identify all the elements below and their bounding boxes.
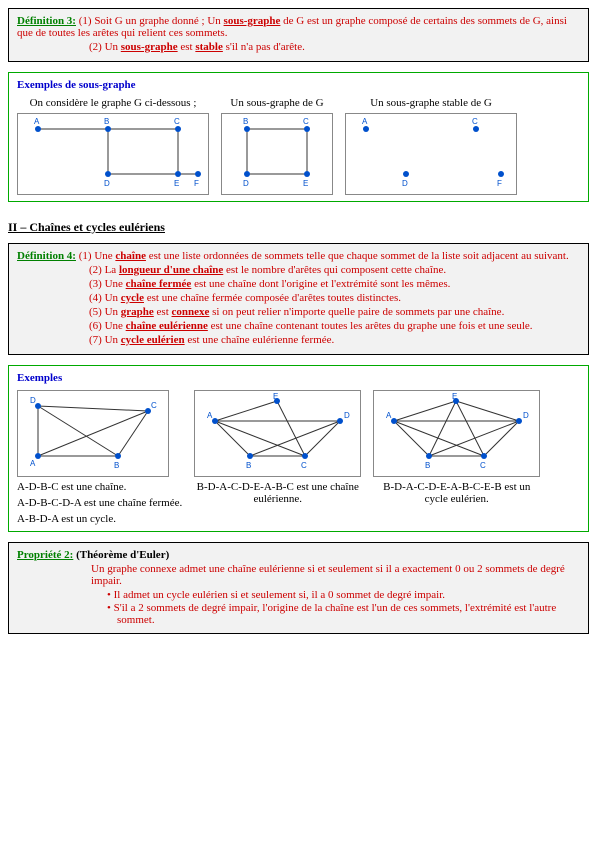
svg-text:F: F <box>194 179 199 188</box>
def3-item2: (2) Un sous-graphe est stable s'il n'a p… <box>17 41 580 53</box>
examples-sousgraphe-box: Exemples de sous-graphe On considère le … <box>8 72 589 202</box>
graph-g-caption: On considère le graphe G ci-dessous ; <box>30 97 197 109</box>
graph-g-svg: A B C D E F <box>18 114 208 194</box>
graph-chain-svg: A B C D <box>18 391 168 476</box>
svg-text:F: F <box>497 179 502 188</box>
graph-sub-caption: Un sous-graphe de G <box>230 97 323 109</box>
svg-text:C: C <box>480 461 486 470</box>
svg-text:E: E <box>452 392 457 401</box>
svg-text:A: A <box>207 411 213 420</box>
graph-stable-caption: Un sous-graphe stable de G <box>370 97 492 109</box>
svg-text:B: B <box>243 117 248 126</box>
prop2-main: Un graphe connexe admet une chaîne eulér… <box>17 563 580 587</box>
graph-chain: A B C D <box>17 390 169 477</box>
graph-sub-svg: B C D E <box>222 114 332 194</box>
svg-text:A: A <box>34 117 40 126</box>
definition-4-label: Définition 4: <box>17 250 76 262</box>
graph-euler-cycle-svg: A B C D E <box>374 391 539 476</box>
graph-stable-svg: A C D F <box>346 114 516 194</box>
svg-text:C: C <box>151 401 157 410</box>
graph-euler-chain-col: A B C D E B-D-A-C-D-E-A-B-C est une chaî… <box>194 390 361 505</box>
g1-line1: A-D-B-C est une chaîne. <box>17 481 126 493</box>
svg-text:D: D <box>104 179 110 188</box>
graph-stable: A C D F <box>345 113 517 195</box>
graph-chain-col: A B C D A-D-B-C est une chaîne. A-D-B-C-… <box>17 390 182 525</box>
definition-4-box: Définition 4: (1) Une chaîne est une lis… <box>8 243 589 355</box>
prop2-bullet2: • S'il a 2 sommets de degré impair, l'or… <box>17 602 580 626</box>
graph-euler-chain-svg: A B C D E <box>195 391 360 476</box>
examples-title-1: Exemples de sous-graphe <box>17 79 580 91</box>
svg-text:D: D <box>523 411 529 420</box>
graph-sub-col: Un sous-graphe de G B C D E <box>221 97 333 195</box>
definition-3-label: Définition 3: <box>17 15 76 27</box>
graph-row-2: A B C D A-D-B-C est une chaîne. A-D-B-C-… <box>17 390 580 525</box>
def4-item6: (6) Une chaîne eulérienne est une chaîne… <box>17 320 580 332</box>
svg-text:C: C <box>301 461 307 470</box>
svg-text:D: D <box>344 411 350 420</box>
graph-g-col: On considère le graphe G ci-dessous ; A … <box>17 97 209 195</box>
graph-euler-chain: A B C D E <box>194 390 361 477</box>
definition-3-box: Définition 3: (1) Soit G un graphe donné… <box>8 8 589 62</box>
propriete-2-label: Propriété 2: <box>17 549 73 561</box>
examples-title-2: Exemples <box>17 372 580 384</box>
prop2-title: (Théorème d'Euler) <box>76 549 169 561</box>
graph-stable-col: Un sous-graphe stable de G A C D F <box>345 97 517 195</box>
propriete-2-box: Propriété 2: (Théorème d'Euler) Un graph… <box>8 542 589 634</box>
svg-text:E: E <box>174 179 179 188</box>
def3-item1: (1) Soit G un graphe donné ; Un sous-gra… <box>17 15 567 39</box>
def4-item3: (3) Une chaîne fermée est une chaîne don… <box>17 278 580 290</box>
graph-euler-cycle: A B C D E <box>373 390 540 477</box>
g2-line1: B-D-A-C-D-E-A-B-C est une chaîne eulérie… <box>195 481 360 505</box>
svg-text:E: E <box>303 179 308 188</box>
def4-item2: (2) La longueur d'une chaîne est le nomb… <box>17 264 580 276</box>
svg-text:C: C <box>303 117 309 126</box>
svg-text:B: B <box>104 117 109 126</box>
g1-line3: A-B-D-A est un cycle. <box>17 513 116 525</box>
svg-text:D: D <box>402 179 408 188</box>
g1-line2: A-D-B-C-D-A est une chaîne fermée. <box>17 497 182 509</box>
g3-line1: B-D-A-C-D-E-A-B-C-E-B est un cycle eulér… <box>374 481 539 505</box>
graph-row-1: On considère le graphe G ci-dessous ; A … <box>17 97 580 195</box>
svg-text:B: B <box>114 461 119 470</box>
svg-text:A: A <box>362 117 368 126</box>
svg-text:B: B <box>425 461 430 470</box>
svg-text:E: E <box>273 392 278 401</box>
def4-item7: (7) Un cycle eulérien est une chaîne eul… <box>17 334 580 346</box>
svg-text:D: D <box>30 396 36 405</box>
def4-item1: (1) Une chaîne est une liste ordonnées d… <box>79 250 569 262</box>
svg-text:B: B <box>246 461 251 470</box>
graph-euler-cycle-col: A B C D E B-D-A-C-D-E-A-B-C-E-B est un c… <box>373 390 540 505</box>
def4-item4: (4) Un cycle est une chaîne fermée compo… <box>17 292 580 304</box>
svg-text:A: A <box>30 459 36 468</box>
prop2-bullet1: • Il admet un cycle eulérien si et seule… <box>17 589 580 601</box>
svg-text:C: C <box>472 117 478 126</box>
examples-chaines-box: Exemples A B C D A-D-B-C est une chaîne.… <box>8 365 589 532</box>
svg-text:C: C <box>174 117 180 126</box>
graph-g: A B C D E F <box>17 113 209 195</box>
graph-sub: B C D E <box>221 113 333 195</box>
def4-item5: (5) Un graphe est connexe si on peut rel… <box>17 306 580 318</box>
svg-text:D: D <box>243 179 249 188</box>
svg-text:A: A <box>386 411 392 420</box>
section-2-title: II – Chaînes et cycles eulériens <box>8 220 589 235</box>
